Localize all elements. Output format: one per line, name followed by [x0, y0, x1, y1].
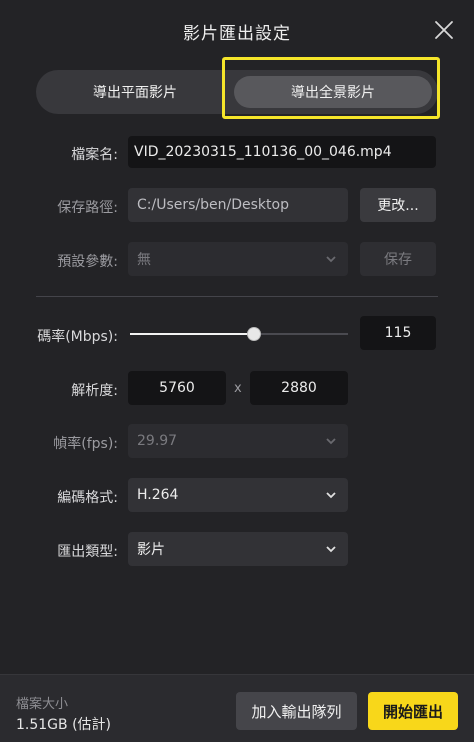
divider: [36, 296, 438, 297]
file-size-value: 1.51GB (估計): [16, 717, 111, 733]
export-flat-video-tab[interactable]: 導出平面影片: [42, 76, 228, 108]
resolution-width-value: 5760: [159, 380, 195, 396]
resolution-label: 解析度:: [71, 383, 118, 399]
bitrate-value: 115: [384, 325, 412, 341]
bitrate-input[interactable]: 115: [360, 316, 436, 350]
bitrate-slider[interactable]: [130, 328, 348, 340]
title-bar: 影片匯出設定: [0, 0, 474, 62]
chevron-down-icon: [326, 492, 336, 499]
bitrate-label: 碼率(Mbps):: [37, 329, 118, 345]
framerate-value: 29.97: [137, 433, 178, 449]
export-type-value: 影片: [137, 542, 165, 558]
filename-input[interactable]: VID_20230315_110136_00_046.mp4: [128, 136, 436, 168]
export-mode-toggle: 導出平面影片 導出全景影片: [36, 70, 438, 114]
resolution-height-input[interactable]: 2880: [250, 371, 348, 405]
chevron-down-icon: [326, 256, 336, 263]
preset-select[interactable]: 無: [128, 242, 348, 276]
add-to-queue-button[interactable]: 加入輸出隊列: [236, 692, 357, 730]
framerate-label: 幀率(fps):: [53, 436, 118, 452]
resolution-separator: x: [234, 381, 242, 396]
codec-select[interactable]: H.264: [128, 478, 348, 512]
preset-label: 預設參數:: [57, 254, 118, 270]
filename-value: VID_20230315_110136_00_046.mp4: [134, 144, 392, 160]
bitrate-slider-fill: [130, 333, 255, 335]
filename-label: 檔案名:: [71, 147, 118, 163]
file-size-label: 檔案大小: [16, 697, 69, 712]
framerate-select[interactable]: 29.97: [128, 424, 348, 458]
export-panorama-video-tab[interactable]: 導出全景影片: [234, 76, 432, 108]
save-preset-button[interactable]: 保存: [360, 242, 436, 276]
footer-bar: 檔案大小 1.51GB (估計) 加入輸出隊列 開始匯出: [0, 674, 474, 742]
codec-label: 編碼格式:: [57, 490, 118, 506]
save-path-field[interactable]: C:/Users/ben/Desktop: [128, 188, 348, 222]
resolution-height-value: 2880: [281, 380, 317, 396]
resolution-width-input[interactable]: 5760: [128, 371, 226, 405]
dialog-title: 影片匯出設定: [183, 24, 291, 44]
chevron-down-icon: [326, 546, 336, 553]
change-path-button[interactable]: 更改...: [360, 188, 436, 222]
preset-value: 無: [137, 252, 151, 268]
start-export-button[interactable]: 開始匯出: [368, 692, 458, 730]
codec-value: H.264: [137, 487, 179, 503]
chevron-down-icon: [326, 438, 336, 445]
bitrate-slider-thumb[interactable]: [248, 328, 261, 340]
close-icon[interactable]: [434, 20, 454, 40]
save-path-label: 保存路徑:: [57, 200, 118, 216]
export-type-select[interactable]: 影片: [128, 532, 348, 566]
save-path-value: C:/Users/ben/Desktop: [137, 197, 289, 213]
export-type-label: 匯出類型:: [57, 544, 118, 560]
